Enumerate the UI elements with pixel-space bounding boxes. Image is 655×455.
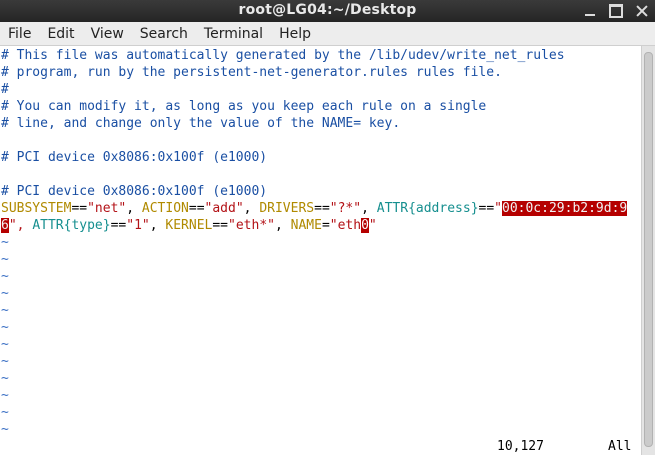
menu-terminal[interactable]: Terminal: [196, 22, 271, 46]
comment-line: # This file was automatically generated …: [1, 48, 565, 63]
mac-address-highlight: 00:0c:29:b2:9d:9: [502, 201, 628, 216]
attr-keyword: ATTR: [32, 218, 64, 233]
empty-line-tilde: ~: [1, 405, 9, 420]
name-key: NAME: [290, 218, 322, 233]
empty-line-tilde: ~: [1, 269, 9, 284]
empty-line-tilde: ~: [1, 388, 9, 403]
kernel-value: "eth*": [228, 218, 275, 233]
comment-line: # program, run by the persistent-net-gen…: [1, 65, 502, 80]
terminal-area[interactable]: # This file was automatically generated …: [0, 46, 641, 455]
maximize-icon[interactable]: [609, 4, 623, 18]
close-icon[interactable]: [635, 4, 649, 18]
menu-file[interactable]: File: [0, 22, 39, 46]
rule-line-1: SUBSYSTEM=="net", ACTION=="add", DRIVERS…: [1, 201, 628, 216]
rule-line-2: 6", ATTR{type}=="1", KERNEL=="eth*", NAM…: [1, 218, 377, 233]
name-value: "eth: [329, 218, 362, 233]
action-value: "add": [204, 201, 244, 216]
empty-line-tilde: ~: [1, 422, 9, 437]
menu-help[interactable]: Help: [271, 22, 319, 46]
drivers-value: "?*": [329, 201, 362, 216]
subsystem-value: "net": [87, 201, 127, 216]
type-value: "1": [126, 218, 150, 233]
text-cursor: 0: [361, 218, 369, 233]
empty-line-tilde: ~: [1, 320, 9, 335]
menu-bar: File Edit View Search Terminal Help: [0, 22, 655, 46]
title-bar: root@LG04:~/Desktop: [0, 0, 655, 22]
empty-line-tilde: ~: [1, 235, 9, 250]
comment-line: #: [1, 82, 9, 97]
attr-argument: address: [415, 201, 471, 216]
mac-address-highlight-wrap: 6: [1, 218, 9, 233]
comment-line: # PCI device 0x8086:0x100f (e1000): [1, 150, 268, 165]
kernel-key: KERNEL: [165, 218, 213, 233]
window-title: root@LG04:~/Desktop: [238, 2, 417, 18]
attr-argument: type: [71, 218, 103, 233]
menu-edit[interactable]: Edit: [39, 22, 82, 46]
comment-line: # PCI device 0x8086:0x100f (e1000): [1, 184, 268, 199]
empty-line-tilde: ~: [1, 337, 9, 352]
comment-line: # line, and change only the value of the…: [1, 116, 401, 131]
empty-line-tilde: ~: [1, 252, 9, 267]
action-key: ACTION: [141, 201, 189, 216]
attr-keyword: ATTR: [376, 201, 409, 216]
scrollbar-thumb[interactable]: [644, 52, 653, 447]
vertical-scrollbar[interactable]: [641, 46, 655, 455]
minimize-icon[interactable]: [583, 4, 597, 18]
comment-line: # You can modify it, as long as you keep…: [1, 99, 487, 114]
cursor-position: 10,127: [497, 439, 544, 454]
menu-view[interactable]: View: [83, 22, 132, 46]
empty-line-tilde: ~: [1, 354, 9, 369]
scroll-indicator: All: [608, 439, 632, 454]
menu-search[interactable]: Search: [132, 22, 196, 46]
empty-line-tilde: ~: [1, 286, 9, 301]
empty-line-tilde: ~: [1, 371, 9, 386]
empty-line-tilde: ~: [1, 303, 9, 318]
drivers-key: DRIVERS: [259, 201, 315, 216]
subsystem-key: SUBSYSTEM: [1, 201, 72, 216]
